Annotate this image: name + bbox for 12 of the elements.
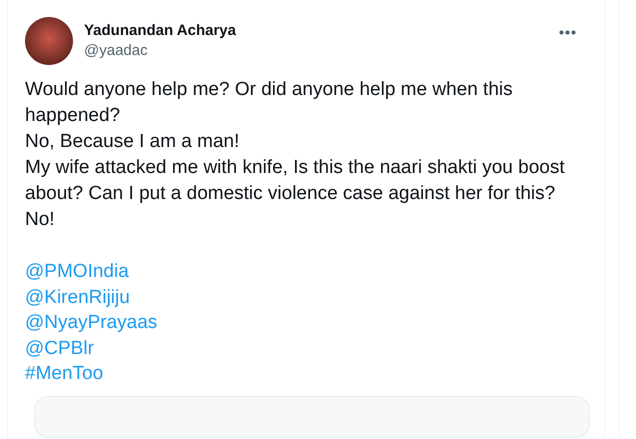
tweet-text: No, Because I am a man! xyxy=(25,130,240,154)
mention-link[interactable]: @KirenRijiju xyxy=(25,284,130,310)
mention-link[interactable]: #MenToo xyxy=(25,361,104,387)
tweet-text: Would anyone help me? Or did anyone help me when this happened? xyxy=(25,78,514,128)
tweet-text: My wife attacked me with knife, Is this the naari shakti you boost about? Can I put a domestic violence case against her for this? No! xyxy=(25,156,566,232)
more-options-icon[interactable] xyxy=(559,30,576,35)
mention-link[interactable]: @NyayPrayaas xyxy=(25,310,158,336)
author-handle[interactable]: @yaadac xyxy=(84,42,559,59)
avatar[interactable] xyxy=(25,17,73,65)
author-name[interactable]: Yadunandan Acharya xyxy=(84,22,559,39)
mention-link[interactable]: @PMOIndia xyxy=(25,259,129,285)
mention-link[interactable]: @CPBlr xyxy=(25,336,94,362)
